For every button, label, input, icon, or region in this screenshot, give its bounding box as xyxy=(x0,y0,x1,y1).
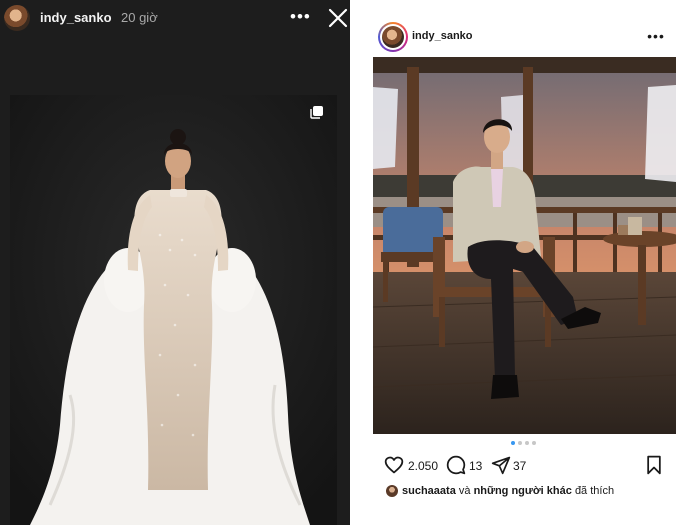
carousel-dot xyxy=(511,441,515,445)
save-button[interactable] xyxy=(644,455,664,477)
likes-count: 2.050 xyxy=(408,459,439,473)
story-username[interactable]: indy_sanko xyxy=(40,10,112,25)
post-header: indy_sanko ••• xyxy=(350,0,700,56)
send-icon xyxy=(491,456,511,475)
heart-icon xyxy=(384,456,404,474)
story-photo xyxy=(10,95,337,525)
feed-post: indy_sanko ••• 2.050 13 37 suchaaata và … xyxy=(350,0,700,525)
bookmark-icon xyxy=(647,455,661,475)
story-viewer: indy_sanko 20 giờ ••• xyxy=(0,0,350,525)
liked-by-suffix: đã thích xyxy=(574,485,615,497)
post-username[interactable]: indy_sanko xyxy=(412,30,473,42)
liked-by-others-link[interactable]: những người khác xyxy=(474,485,572,497)
comment-button[interactable]: 13 xyxy=(446,455,486,477)
liker-avatar xyxy=(386,485,398,497)
carousel-dot xyxy=(525,441,529,445)
comments-count: 13 xyxy=(469,459,483,473)
story-timestamp: 20 giờ xyxy=(121,10,158,25)
story-more-options-icon[interactable]: ••• xyxy=(290,6,310,28)
multiple-photos-icon xyxy=(310,106,323,119)
comment-icon xyxy=(446,455,466,475)
shares-count: 37 xyxy=(513,459,527,473)
carousel-indicator xyxy=(511,441,541,447)
liked-by-text: suchaaata và những người khác đã thích xyxy=(402,485,614,497)
carousel-dot xyxy=(518,441,522,445)
share-button[interactable]: 37 xyxy=(491,455,531,477)
post-photo[interactable] xyxy=(373,57,676,434)
like-button[interactable]: 2.050 xyxy=(384,455,454,477)
close-icon[interactable] xyxy=(327,7,349,29)
post-actions: 2.050 13 37 xyxy=(350,455,700,477)
story-avatar[interactable] xyxy=(4,5,30,31)
liker-username[interactable]: suchaaata xyxy=(402,485,456,497)
post-avatar[interactable] xyxy=(378,22,408,52)
story-header: indy_sanko 20 giờ ••• xyxy=(0,0,350,38)
liked-by-connector: và xyxy=(458,485,471,497)
carousel-dot xyxy=(532,441,536,445)
post-more-options-icon[interactable]: ••• xyxy=(646,26,666,46)
